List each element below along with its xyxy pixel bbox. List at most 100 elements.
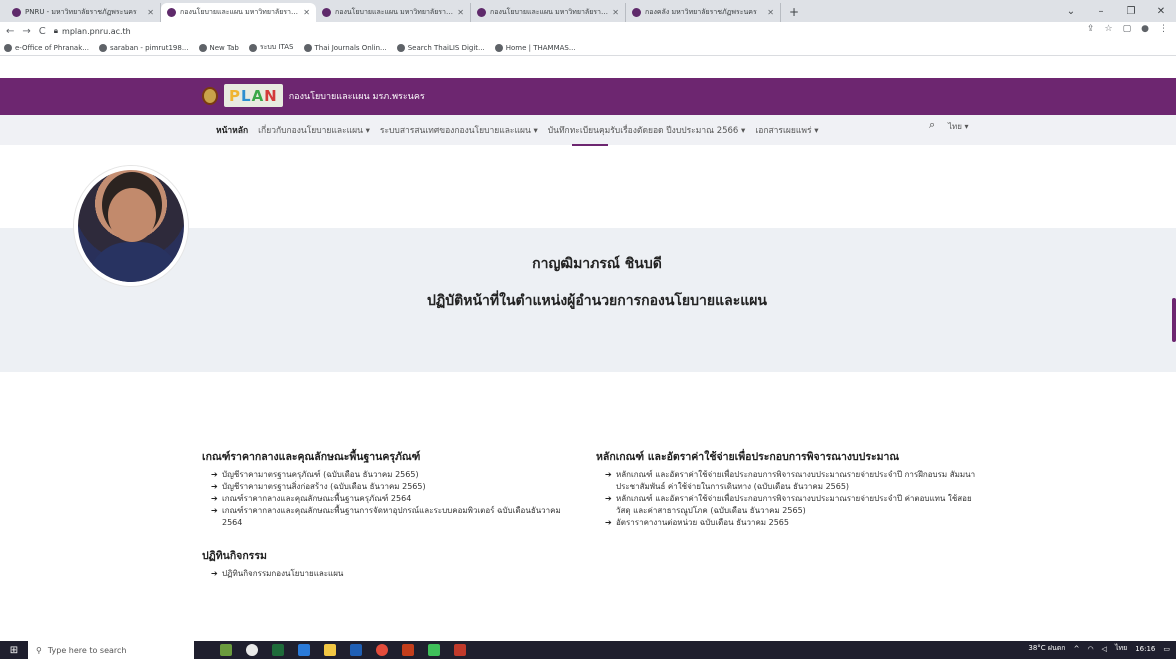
- word-icon[interactable]: [350, 644, 362, 656]
- minimize-button[interactable]: –: [1086, 6, 1116, 17]
- close-tab-icon[interactable]: ✕: [147, 8, 154, 17]
- close-window-button[interactable]: ✕: [1146, 6, 1176, 17]
- wifi-icon[interactable]: ◠: [1087, 645, 1093, 653]
- section-title: เกณฑ์ราคากลางและคุณลักษณะพื้นฐานครุภัณฑ์: [202, 451, 421, 463]
- pdf-icon[interactable]: [454, 644, 466, 656]
- link-item[interactable]: ➔ เกณฑ์ราคากลางและคุณลักษณะพื้นฐานครุภัณฑ…: [202, 493, 574, 505]
- excel-icon[interactable]: [272, 644, 284, 656]
- arrow-circle-right-icon: ➔: [211, 569, 218, 578]
- tab-title: กองคลัง มหาวิทยาลัยราชภัฏพระนคร: [645, 8, 757, 16]
- menu-icon[interactable]: ⋮: [1159, 24, 1168, 34]
- link-item[interactable]: ➔ อัตราราคางานต่อหน่วย ฉบับเดือน ธันวาคม …: [596, 517, 988, 529]
- bookmark-item[interactable]: Home | THAMMAS...: [494, 43, 576, 52]
- new-tab-button[interactable]: +: [781, 3, 807, 22]
- volume-icon[interactable]: ◁: [1102, 645, 1107, 653]
- site-logo[interactable]: PLAN กองนโยบายและแผน มรภ.พระนคร: [202, 84, 425, 107]
- tab-title: กองนโยบายและแผน มหาวิทยาลัยราชภัฏพระนคร: [335, 8, 453, 16]
- close-tab-icon[interactable]: ✕: [303, 8, 310, 17]
- windows-start-icon[interactable]: ⊞: [0, 645, 28, 656]
- arrow-circle-right-icon: ➔: [605, 470, 612, 479]
- bookmark-icon: [98, 43, 107, 52]
- browser-tab[interactable]: กองนโยบายและแผน มหาวิทยาลัยราชภัฏพระนคร ✕: [316, 3, 471, 22]
- link-item[interactable]: ➔ เกณฑ์ราคากลางและคุณลักษณะพื้นฐานการจัดห…: [202, 505, 574, 529]
- section-title: หลักเกณฑ์ และอัตราค่าใช้จ่ายเพื่อประกอบก…: [596, 451, 900, 463]
- url-field[interactable]: 🔒︎ mplan.pnru.ac.th: [54, 26, 131, 36]
- bookmark-label: New Tab: [209, 43, 239, 52]
- plan-logo: PLAN: [224, 84, 283, 107]
- nav-menu-item[interactable]: บันทึกทะเบียนคุมรับเรื่องตัดยอด ปีงบประม…: [548, 123, 746, 137]
- bookmark-item[interactable]: e-Office of Phranak...: [4, 43, 89, 52]
- language-select[interactable]: ไทย ▾: [948, 120, 969, 133]
- file-explorer-icon[interactable]: [324, 644, 336, 656]
- browser-tab[interactable]: PNRU - มหาวิทยาลัยราชภัฏพระนคร ✕: [6, 3, 161, 22]
- bookmarks-bar: e-Office of Phranak... saraban - pimrut19…: [0, 40, 1176, 56]
- arrow-circle-right-icon: ➔: [605, 518, 612, 527]
- nav-menu-item[interactable]: เอกสารเผยแพร่ ▾: [755, 123, 818, 137]
- forward-icon[interactable]: →: [22, 26, 30, 37]
- favicon-icon: [632, 8, 641, 17]
- bookmark-label: Thai Journals Onlin...: [314, 43, 387, 52]
- bookmark-icon: [494, 43, 503, 52]
- arrow-circle-right-icon: ➔: [211, 494, 218, 503]
- weather-text[interactable]: 38°C ฝนตก: [1028, 643, 1065, 654]
- link-item[interactable]: ➔ หลักเกณฑ์ และอัตราค่าใช้จ่ายเพื่อประกอบ…: [596, 469, 988, 493]
- weather-app-icon[interactable]: [220, 644, 232, 656]
- tab-title: กองนโยบายและแผน มหาวิทยาลัยราชภัฏพระนคร: [180, 8, 299, 16]
- maximize-button[interactable]: ❐: [1116, 6, 1146, 17]
- close-tab-icon[interactable]: ✕: [612, 8, 619, 17]
- back-icon[interactable]: ←: [6, 26, 14, 37]
- chevron-up-icon[interactable]: ^: [1074, 645, 1080, 653]
- taskbar-search[interactable]: ⚲ Type here to search: [28, 641, 194, 659]
- scrollbar-thumb[interactable]: [1172, 298, 1176, 342]
- window-controls: ⌄ – ❐ ✕: [1056, 0, 1176, 22]
- bookmark-item[interactable]: Thai Journals Onlin...: [303, 43, 387, 52]
- close-tab-icon[interactable]: ✕: [767, 8, 774, 17]
- browser-tab[interactable]: กองนโยบายและแผน มหาวิทยาลัยราชภัฏพระนคร ✕: [471, 3, 626, 22]
- nav-menu-item[interactable]: เกี่ยวกับกองนโยบายและแผน ▾: [258, 123, 370, 137]
- link-item[interactable]: ➔ บัญชีราคามาตรฐานครุภัณฑ์ (ฉบับเดือน ธัน…: [202, 469, 574, 481]
- nav-menu-item[interactable]: หน้าหลัก: [216, 123, 248, 137]
- bookmark-label: Home | THAMMAS...: [505, 43, 576, 52]
- star-icon[interactable]: ☆: [1105, 24, 1113, 34]
- bookmark-icon: [396, 43, 405, 52]
- browser-tab-strip: PNRU - มหาวิทยาลัยราชภัฏพระนคร ✕ กองนโยบาย…: [0, 0, 1176, 22]
- nav-menu-item[interactable]: ระบบสารสนเทศของกองนโยบายและแผน ▾: [380, 123, 538, 137]
- chevron-down-icon[interactable]: ⌄: [1056, 6, 1086, 17]
- link-item[interactable]: ➔ ปฏิทินกิจกรรมกองนโยบายและแผน: [202, 568, 574, 580]
- bookmark-item[interactable]: ระบบ ITAS: [248, 42, 294, 53]
- clock[interactable]: 16:16: [1135, 645, 1155, 653]
- link-text: อัตราราคางานต่อหน่วย ฉบับเดือน ธันวาคม 2…: [616, 518, 789, 527]
- link-text: บัญชีราคามาตรฐานครุภัณฑ์ (ฉบับเดือน ธันว…: [222, 470, 419, 479]
- notification-icon[interactable]: ▭: [1163, 645, 1170, 653]
- chrome-icon[interactable]: [376, 644, 388, 656]
- edge-icon[interactable]: [298, 644, 310, 656]
- powerpoint-icon[interactable]: [402, 644, 414, 656]
- browser-tab[interactable]: กองคลัง มหาวิทยาลัยราชภัฏพระนคร ✕: [626, 3, 781, 22]
- search-icon[interactable]: ⌕: [929, 118, 935, 132]
- profile-icon[interactable]: ●: [1141, 24, 1149, 34]
- close-tab-icon[interactable]: ✕: [457, 8, 464, 17]
- favicon-icon: [12, 8, 21, 17]
- line-icon[interactable]: [428, 644, 440, 656]
- tab-title: กองนโยบายและแผน มหาวิทยาลัยราชภัฏพระนคร: [490, 8, 608, 16]
- browser-tab[interactable]: กองนโยบายและแผน มหาวิทยาลัยราชภัฏพระนคร ✕: [161, 3, 316, 22]
- sidebar-icon[interactable]: ▢: [1123, 24, 1132, 34]
- input-lang[interactable]: ไทย: [1115, 643, 1127, 654]
- share-icon[interactable]: ⇪: [1087, 24, 1095, 34]
- bookmark-item[interactable]: Search ThaiLIS Digit...: [396, 43, 485, 52]
- logo-letter: L: [241, 86, 252, 105]
- browser-actions: ⇪ ☆ ▢ ● ⋮: [1087, 24, 1168, 34]
- url-text: mplan.pnru.ac.th: [62, 26, 131, 36]
- bookmark-item[interactable]: saraban - pimrut198...: [98, 43, 189, 52]
- link-item[interactable]: ➔ บัญชีราคามาตรฐานสิ่งก่อสร้าง (ฉบับเดือน…: [202, 481, 574, 493]
- taskbar-search-placeholder: Type here to search: [47, 645, 127, 655]
- link-text: หลักเกณฑ์ และอัตราค่าใช้จ่ายเพื่อประกอบก…: [616, 470, 976, 491]
- windows-taskbar: ⊞ ⚲ Type here to search 38°C ฝนตก ^ ◠ ◁ …: [0, 641, 1176, 659]
- link-item[interactable]: ➔ หลักเกณฑ์ และอัตราค่าใช้จ่ายเพื่อประกอบ…: [596, 493, 988, 517]
- reload-icon[interactable]: C: [39, 26, 46, 37]
- task-view-icon[interactable]: [246, 644, 258, 656]
- search-icon: ⚲: [36, 645, 42, 655]
- standard-prices-section: เกณฑ์ราคากลางและคุณลักษณะพื้นฐานครุภัณฑ์…: [202, 448, 574, 529]
- bookmark-item[interactable]: New Tab: [198, 43, 239, 52]
- lock-icon: 🔒︎: [53, 26, 59, 35]
